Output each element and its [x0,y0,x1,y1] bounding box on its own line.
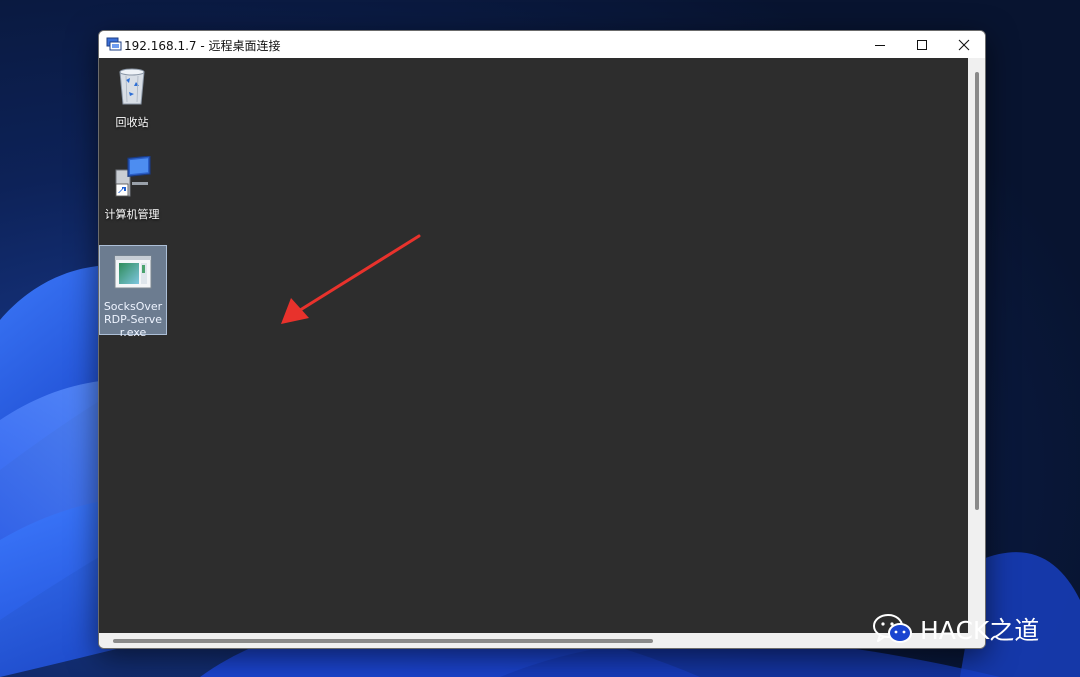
close-icon [958,39,970,50]
close-button[interactable] [943,31,985,58]
watermark: HACK之道 [872,612,1039,646]
desktop-icon-socksoverrdp-server[interactable]: SocksOverRDP-Server.exe [99,245,167,339]
vertical-scrollbar[interactable] [968,58,985,633]
maximize-icon [917,39,927,50]
vertical-scroll-thumb[interactable] [975,72,979,510]
minimize-button[interactable] [859,31,901,58]
remote-desktop-window: 192.168.1.7 - 远程桌面连接 回收站 计算机管理 SocksOver… [98,30,986,649]
desktop-icon-label: 计算机管理 [104,208,160,221]
remote-desktop-icon [106,37,122,51]
desktop-icon-label: SocksOverRDP-Server.exe [103,300,163,339]
wechat-icon [873,614,912,643]
window-title: 192.168.1.7 - 远程桌面连接 [124,39,281,53]
desktop-icon-label: 回收站 [115,116,149,129]
horizontal-scrollbar[interactable] [99,633,968,648]
minimize-icon [875,44,885,46]
window-titlebar[interactable]: 192.168.1.7 - 远程桌面连接 [99,31,985,59]
red-arrow-icon [281,234,421,324]
watermark-text: HACK之道 [920,616,1040,645]
desktop-icon-computer-management[interactable]: 计算机管理 [99,155,165,221]
recycle-bin-icon [119,68,145,105]
computer-management-icon [115,155,151,197]
exe-app-icon [114,255,152,289]
desktop-icon-recycle-bin[interactable]: 回收站 [99,64,165,129]
maximize-button[interactable] [901,31,943,58]
remote-desktop-area[interactable]: 回收站 计算机管理 SocksOverRDP-Server.exe [99,58,968,633]
horizontal-scroll-thumb[interactable] [113,639,653,643]
